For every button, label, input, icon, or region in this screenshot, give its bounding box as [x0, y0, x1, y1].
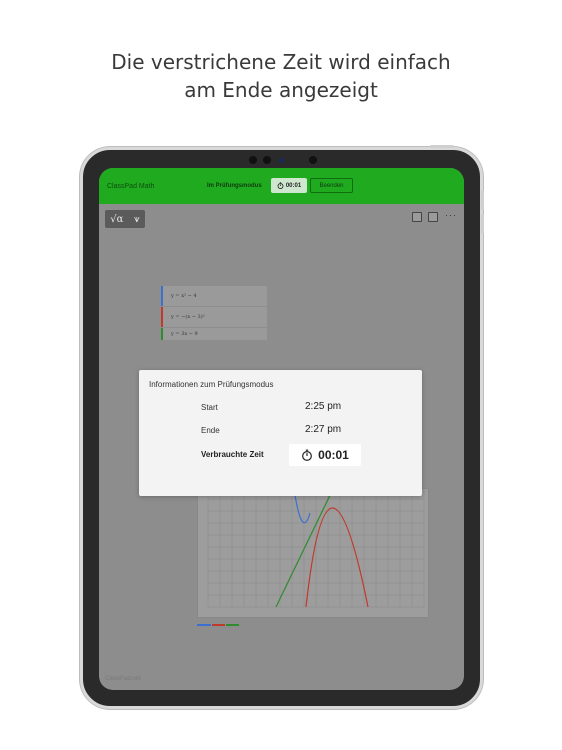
power-button [430, 145, 454, 148]
graph-plot [207, 488, 425, 608]
camera-dot [309, 156, 317, 164]
elapsed-value: 00:01 [318, 448, 349, 462]
expression-row[interactable]: y = x² − 4 [161, 286, 267, 306]
expression-row[interactable]: y = 3x − 9 [161, 328, 267, 340]
expression-row[interactable]: y = −(x − 3)² [161, 307, 267, 327]
volume-up-button [481, 190, 484, 210]
end-value: 2:27 pm [305, 424, 342, 435]
start-label: Start [201, 403, 218, 412]
headline-line2: am Ende angezeigt [184, 78, 378, 102]
line-green [275, 488, 334, 608]
sqrt-alpha-tool[interactable]: √α [110, 214, 123, 225]
stopwatch-icon [302, 449, 313, 461]
headline-line1: Die verstrichene Zeit wird einfach [111, 50, 451, 74]
legend-blue [197, 624, 211, 626]
app-title: ClassPad Math [107, 183, 155, 190]
headline: Die verstrichene Zeit wird einfach am En… [0, 48, 562, 104]
camera-lens [279, 158, 284, 163]
end-exam-button[interactable]: Beenden [310, 178, 353, 193]
end-label: Ende [201, 426, 220, 435]
exam-timer-value: 00:01 [285, 182, 302, 189]
elapsed-label: Verbrauchte Zeit [201, 450, 264, 459]
elapsed-chip: 00:01 [289, 444, 361, 466]
screen: ClassPad Math Im Prüfungsmodus 00:01 Bee… [99, 168, 464, 690]
exam-timer-chip[interactable]: 00:01 [271, 178, 307, 193]
graph-panel[interactable] [197, 488, 429, 618]
math-toolbar: √α ⩛ [105, 210, 145, 228]
exam-mode-label: Im Prüfungsmodus [207, 183, 262, 189]
graph-tool[interactable]: ⩛ [134, 214, 140, 225]
page-icon[interactable] [412, 212, 422, 222]
modal-title: Informationen zum Prüfungsmodus [149, 380, 274, 389]
stopwatch-icon [277, 182, 284, 189]
camera-dot [263, 156, 271, 164]
legend-red [212, 624, 225, 626]
app-topbar: ClassPad Math Im Prüfungsmodus 00:01 Bee… [99, 168, 464, 204]
more-icon[interactable]: ··· [445, 210, 457, 220]
tablet-frame: ClassPad Math Im Prüfungsmodus 00:01 Bee… [80, 147, 483, 709]
expression-list: y = x² − 4 y = −(x − 3)² y = 3x − 9 [161, 286, 267, 341]
legend-green [226, 624, 239, 626]
exam-info-modal: Informationen zum Prüfungsmodus Start 2:… [139, 370, 422, 496]
volume-down-button [481, 214, 484, 234]
camera-dot [249, 156, 257, 164]
calculator-icon[interactable] [428, 212, 438, 222]
classpad-watermark: ClassPad.net [105, 676, 141, 682]
start-value: 2:25 pm [305, 401, 342, 412]
